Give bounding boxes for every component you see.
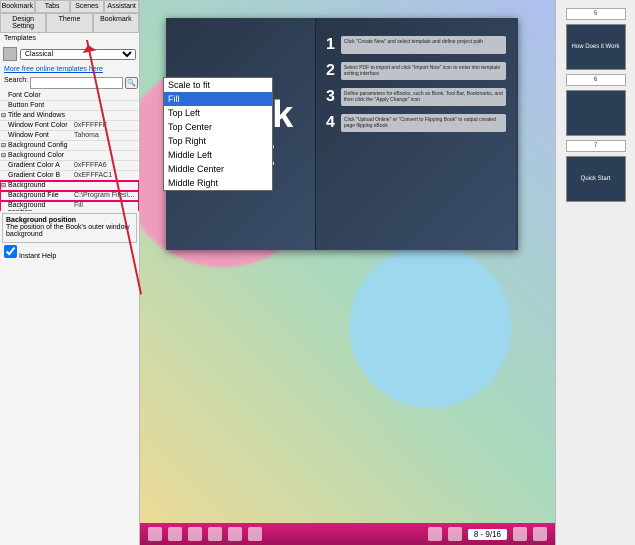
side-prop-row[interactable]: Title and Windows	[0, 111, 139, 121]
tab-scenes[interactable]: Scenes	[70, 0, 105, 13]
book-right-page: 1Click "Create New" and select template …	[316, 18, 516, 250]
tab-theme[interactable]: Theme	[46, 13, 92, 33]
page-indicator[interactable]: 8 - 9/16	[468, 529, 507, 540]
template-picker[interactable]: Classical	[0, 44, 139, 64]
template-icon	[3, 47, 17, 61]
tab-bookmark2[interactable]: Bookmark	[93, 13, 139, 33]
search-input[interactable]	[30, 77, 123, 89]
next-icon[interactable]	[513, 527, 527, 541]
more-templates-link[interactable]: More free online templates here	[0, 64, 139, 75]
bg-position-dropdown[interactable]: Scale to fitFillTop LeftTop CenterTop Ri…	[163, 77, 273, 191]
sound-icon[interactable]	[248, 527, 262, 541]
dropdown-option[interactable]: Middle Right	[164, 176, 272, 190]
dropdown-option[interactable]: Top Right	[164, 134, 272, 148]
thumb-num[interactable]: 7	[566, 140, 626, 152]
thumb-page[interactable]: Quick Start	[566, 156, 626, 202]
dropdown-option[interactable]: Fill	[164, 92, 272, 106]
dropdown-option[interactable]: Middle Center	[164, 162, 272, 176]
side-prop-row[interactable]: Window FontTahoma	[0, 131, 139, 141]
tab-assistant[interactable]: Assistant	[104, 0, 139, 13]
sub-tabs[interactable]: Design Setting Theme Bookmark	[0, 13, 139, 33]
search-row: Search: 🔍	[0, 75, 139, 91]
side-panel: Bookmark Tabs Scenes Assistant Design Se…	[0, 0, 140, 545]
side-prop-row[interactable]: Background Color	[0, 151, 139, 161]
side-help-body: The position of the Book's outer window …	[6, 224, 130, 238]
tab-bookmark[interactable]: Bookmark	[0, 0, 35, 13]
thumb-num[interactable]: 5	[566, 8, 626, 20]
side-prop-row[interactable]: Background Config	[0, 141, 139, 151]
search-button[interactable]: 🔍	[125, 77, 138, 89]
side-prop-row[interactable]: Gradient Color A0xFFFFA6	[0, 161, 139, 171]
thumb-page[interactable]: How Does it Work	[566, 24, 626, 70]
top-tabs[interactable]: Bookmark Tabs Scenes Assistant	[0, 0, 139, 13]
search-label: Search:	[4, 77, 28, 89]
toc-icon[interactable]	[148, 527, 162, 541]
main-toolbar[interactable]: 8 - 9/16	[140, 523, 555, 545]
hand-icon[interactable]	[228, 527, 242, 541]
instant-help-checkbox[interactable]: Instant Help	[0, 251, 60, 262]
side-prop-row[interactable]: Gradient Color B0xEFFFAC1	[0, 171, 139, 181]
zoom-icon[interactable]	[188, 527, 202, 541]
prev-icon[interactable]	[448, 527, 462, 541]
dropdown-option[interactable]: Top Left	[164, 106, 272, 120]
expand-icon[interactable]	[168, 527, 182, 541]
dropdown-option[interactable]: Top Center	[164, 120, 272, 134]
side-help-title: Background position	[6, 217, 76, 224]
side-prop-row[interactable]: Window Font Color0xFFFFFF	[0, 121, 139, 131]
thumb-num[interactable]: 6	[566, 74, 626, 86]
template-select[interactable]: Classical	[20, 49, 136, 60]
first-icon[interactable]	[428, 527, 442, 541]
tab-tabs[interactable]: Tabs	[35, 0, 70, 13]
side-prop-row[interactable]: Background positionFill	[0, 201, 139, 211]
thumbnail-strip[interactable]: 5 How Does it Work 6 7 Quick Start	[555, 0, 635, 545]
side-help: Background position The position of the …	[2, 213, 137, 243]
search-icon[interactable]	[208, 527, 222, 541]
last-icon[interactable]	[533, 527, 547, 541]
dropdown-option[interactable]: Scale to fit	[164, 78, 272, 92]
dropdown-option[interactable]: Middle Left	[164, 148, 272, 162]
side-prop-row[interactable]: Button Font	[0, 101, 139, 111]
thumb-page[interactable]	[566, 90, 626, 136]
templates-label: Templates	[0, 33, 139, 44]
tab-design-setting[interactable]: Design Setting	[0, 13, 46, 33]
side-prop-row[interactable]: Font Color	[0, 91, 139, 101]
